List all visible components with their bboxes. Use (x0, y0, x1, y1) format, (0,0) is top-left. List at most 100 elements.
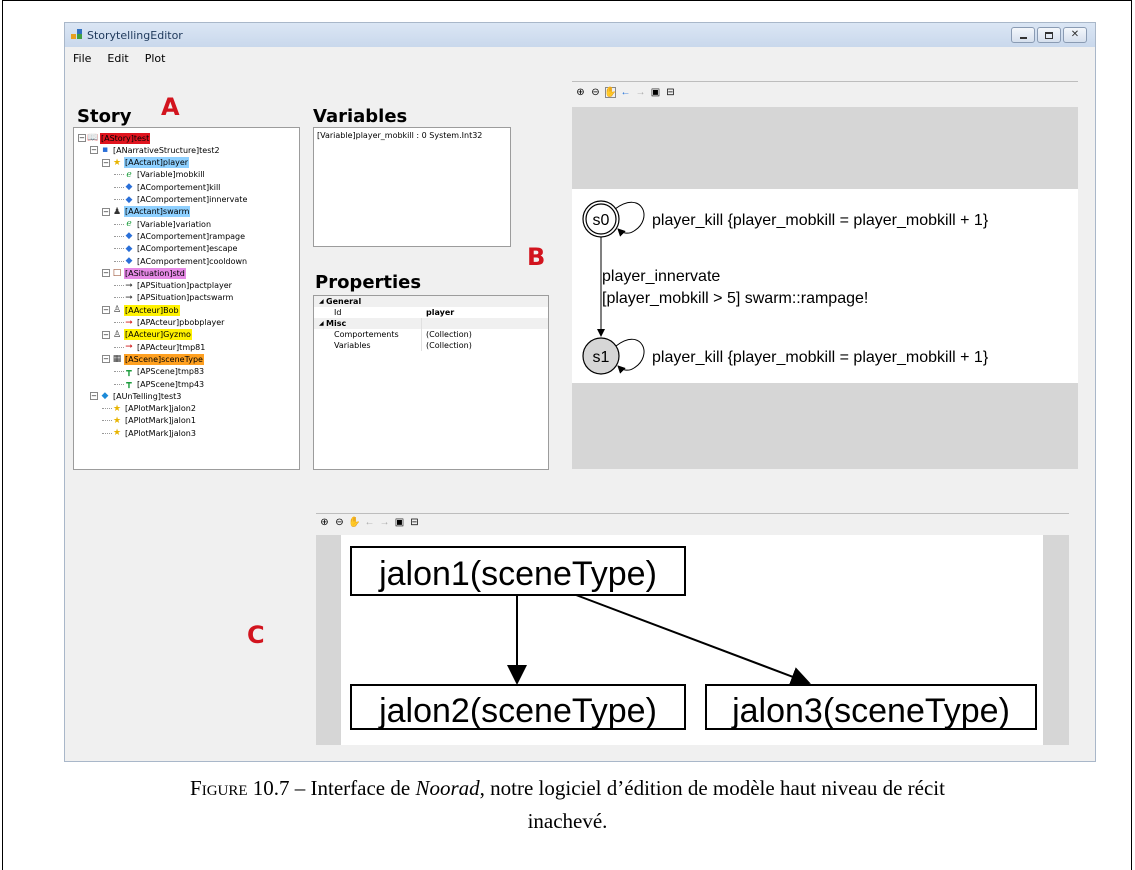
tree-node[interactable]: ★ [APlotMark]jalon3 (102, 427, 197, 439)
collapse-toggle-icon[interactable]: − (90, 392, 98, 401)
scene-pin-icon: ┳ (126, 366, 132, 377)
tree-node[interactable]: − ♙ [AActeur]Gyzmo (102, 329, 192, 341)
tree-node[interactable]: ◆ [AComportement]cooldown (114, 255, 248, 267)
forward-arrow-icon[interactable]: → (379, 517, 390, 528)
tree-node[interactable]: ┳ [APScene]tmp43 (114, 378, 205, 390)
tree-node[interactable]: ┳ [APScene]tmp83 (114, 366, 205, 378)
save-icon[interactable]: ▣ (394, 517, 405, 528)
zoom-out-icon[interactable]: ⊖ (334, 517, 345, 528)
tree-node-label: [AActeur]Gyzmo (124, 329, 192, 341)
tree-node[interactable]: − ★ [AActant]player (102, 157, 190, 169)
person-icon: ♙ (112, 329, 122, 340)
frame-top-border (2, 0, 1132, 1)
collapse-toggle-icon[interactable]: − (102, 330, 110, 339)
menu-file[interactable]: File (73, 49, 91, 69)
menu-plot[interactable]: Plot (145, 49, 166, 69)
figure-caption: Figure 10.7 – Interface de Noorad, notre… (40, 772, 1095, 838)
variable-icon: ℯ (126, 169, 132, 180)
property-category-general[interactable]: ◢ General (314, 296, 548, 307)
tree-connector (114, 260, 124, 262)
plot-graph-canvas[interactable]: jalon1(sceneType) jalon2(sceneType) jalo… (316, 535, 1069, 745)
tree-node[interactable]: ◆ [AComportement]escape (114, 243, 238, 255)
tree-node[interactable]: ◆ [AComportement]rampage (114, 230, 246, 242)
tree-node-label: [Variable]variation (137, 219, 212, 229)
tree-node[interactable]: − ▦ [AScene]sceneType (102, 353, 204, 365)
property-row-id[interactable]: Id player (314, 307, 548, 318)
variables-list[interactable]: [Variable]player_mobkill : 0 System.Int3… (313, 127, 511, 247)
tree-node-label: [AActeur]Bob (124, 304, 180, 316)
print-icon[interactable]: ⊟ (409, 517, 420, 528)
collapse-toggle-icon[interactable]: − (90, 146, 98, 155)
collapse-toggle-icon[interactable]: − (102, 158, 110, 167)
plot-node-jalon2[interactable]: jalon2(sceneType) (350, 684, 686, 730)
tree-node[interactable]: − 📖 [AStory]test (78, 132, 151, 144)
tree-node[interactable]: ★ [APlotMark]jalon1 (102, 415, 197, 427)
pan-hand-icon[interactable]: ✋ (348, 517, 360, 528)
zoom-in-icon[interactable]: ⊕ (319, 517, 330, 528)
minimize-button[interactable] (1011, 27, 1035, 43)
tree-node[interactable]: ★ [APlotMark]jalon2 (102, 403, 197, 415)
tree-node-label: [AComportement]cooldown (137, 256, 248, 266)
behaviour-icon: ◆ (125, 182, 133, 193)
property-grid[interactable]: ◢ General Id player ◢ Misc Comportements… (313, 295, 549, 470)
tree-node[interactable]: − ◆ [AUnTelling]test3 (90, 390, 182, 402)
tree-node[interactable]: ➞ [APActeur]tmp81 (114, 341, 206, 353)
tree-node[interactable]: − ♙ [AActeur]Bob (102, 304, 180, 316)
pan-hand-icon[interactable]: ✋ (604, 87, 617, 98)
tree-connector (114, 346, 124, 348)
tree-node[interactable]: ➞ [APSituation]pactplayer (114, 280, 233, 292)
svg-text:jalon2(sceneType): jalon2(sceneType) (378, 692, 657, 730)
caption-label: Figure 10.7 (190, 776, 290, 800)
tree-node[interactable]: − ♟ [AActant]swarm (102, 206, 191, 218)
window-title: StorytellingEditor (87, 29, 183, 42)
tree-connector (102, 432, 112, 434)
state-graph-canvas[interactable]: s0 player_kill {player_mobkill = player_… (572, 107, 1078, 469)
graph1-toolbar: ⊕ ⊖ ✋ ← → ▣ ⊟ (575, 87, 676, 98)
back-arrow-icon[interactable]: ← (364, 517, 375, 528)
tree-node[interactable]: ℯ [Variable]variation (114, 218, 212, 230)
collapse-toggle-icon[interactable]: − (102, 306, 110, 315)
save-icon[interactable]: ▣ (650, 87, 661, 98)
tree-node[interactable]: − ▪ [ANarrativeStructure]test2 (90, 144, 221, 156)
collapse-toggle-icon[interactable]: − (102, 269, 110, 278)
figure-icon: ♟ (112, 206, 122, 217)
menu-edit[interactable]: Edit (107, 49, 128, 69)
state-s0[interactable]: s0 (582, 200, 620, 238)
tree-node-label: [APScene]tmp83 (137, 367, 205, 377)
behaviour-icon: ◆ (125, 256, 133, 266)
variables-heading: Variables (313, 106, 408, 127)
maximize-button[interactable] (1037, 27, 1061, 43)
close-icon: ✕ (1070, 29, 1080, 40)
property-category-misc[interactable]: ◢ Misc (314, 318, 548, 329)
transition-label-line1: player_innervate (602, 268, 720, 285)
variable-item[interactable]: [Variable]player_mobkill : 0 System.Int3… (317, 131, 507, 140)
zoom-out-icon[interactable]: ⊖ (590, 87, 601, 98)
app-icon (71, 29, 82, 39)
tree-node[interactable]: − □ [ASituation]std (102, 267, 186, 279)
tree-connector (102, 420, 112, 422)
collapse-toggle-icon[interactable]: − (78, 134, 86, 142)
state-s1[interactable]: s1 (582, 337, 620, 375)
close-button[interactable]: ✕ (1063, 27, 1087, 43)
scene-pin-icon: ┳ (126, 379, 132, 389)
plot-node-jalon3[interactable]: jalon3(sceneType) (705, 684, 1037, 730)
print-icon[interactable]: ⊟ (665, 87, 676, 98)
caption-text-2: inachevé. (527, 809, 608, 833)
marker-b: B (527, 243, 546, 271)
story-tree[interactable]: − 📖 [AStory]test − ▪ [ANarrativeStructure]tes… (73, 127, 300, 470)
tree-node[interactable]: ℯ [Variable]mobkill (114, 169, 206, 181)
property-row-comportements[interactable]: Comportements (Collection) (314, 329, 548, 340)
tree-node[interactable]: ◆ [AComportement]innervate (114, 194, 248, 206)
structure-icon: ▪ (101, 145, 109, 156)
zoom-in-icon[interactable]: ⊕ (575, 87, 586, 98)
forward-arrow-icon[interactable]: → (635, 87, 646, 98)
collapse-toggle-icon[interactable]: − (102, 207, 110, 216)
tree-node[interactable]: ➞ [APSituation]pactswarm (114, 292, 234, 304)
collapse-toggle-icon[interactable]: − (102, 355, 110, 364)
tree-node[interactable]: ◆ [AComportement]kill (114, 181, 221, 193)
s0-loop-label: player_kill {player_mobkill = player_mob… (652, 212, 989, 229)
plot-node-jalon1[interactable]: jalon1(sceneType) (350, 546, 686, 596)
property-row-variables[interactable]: Variables (Collection) (314, 340, 548, 351)
tree-node[interactable]: ➞ [APActeur]pbobplayer (114, 317, 225, 329)
back-arrow-icon[interactable]: ← (620, 87, 631, 98)
